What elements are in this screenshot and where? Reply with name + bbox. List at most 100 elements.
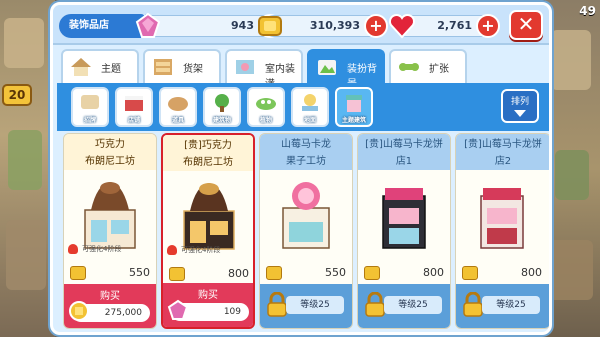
plant-icon bbox=[256, 98, 276, 110]
premium-chocolate-brownie-workshop-image bbox=[183, 183, 235, 250]
add-coins-button[interactable]: + bbox=[364, 14, 388, 38]
filter-label: 植物 bbox=[259, 117, 272, 124]
gem-amount: 943 bbox=[231, 19, 254, 32]
subcategory-filter-bar: 招牌 店铺 道具 建筑物 植物 地面 主题建筑 排列 bbox=[57, 83, 549, 131]
filter-label: 招牌 bbox=[83, 117, 96, 124]
chevron-down-icon bbox=[514, 110, 526, 117]
add-hearts-button[interactable]: + bbox=[476, 14, 500, 38]
price-row: 550 bbox=[264, 266, 350, 282]
tab-label: 主题 bbox=[101, 64, 121, 75]
background-scene-right bbox=[545, 0, 600, 337]
item-card-locked[interactable]: [贵]山莓马卡龙饼 店2 800 等级25 bbox=[455, 133, 549, 329]
coin-counter: 310,393 + bbox=[258, 14, 388, 38]
coin-icon bbox=[169, 267, 185, 281]
filter-shop[interactable]: 店铺 bbox=[115, 87, 153, 127]
item-card-locked[interactable]: [贵]山莓马卡龙饼 店1 800 等级25 bbox=[357, 133, 451, 329]
filter-label: 建筑物 bbox=[212, 117, 231, 124]
shelf-icon bbox=[154, 59, 172, 75]
item-name: [贵]山莓马卡龙饼 店2 bbox=[456, 134, 549, 170]
level-requirement: 等级25 bbox=[286, 296, 344, 314]
currency-bar: 装饰品店 943 + 310,393 + 2,761 + ✕ bbox=[53, 5, 549, 45]
filter-label: 道具 bbox=[171, 117, 184, 124]
coin-icon bbox=[364, 266, 380, 280]
level-requirement: 等级25 bbox=[384, 296, 442, 314]
tab-expand[interactable]: 扩张 bbox=[389, 49, 467, 83]
buy-section: 购买 275,000 bbox=[64, 284, 156, 328]
upgrade-info: 可强化4阶段 bbox=[68, 244, 156, 254]
item-price: 550 bbox=[129, 266, 150, 279]
price-row: 800 bbox=[362, 266, 448, 282]
ground-icon bbox=[302, 94, 318, 111]
filter-signboard[interactable]: 招牌 bbox=[71, 87, 109, 127]
upgrade-info: 可强化4阶段 bbox=[167, 245, 253, 255]
item-price: 800 bbox=[521, 266, 542, 279]
price-row: 800 bbox=[460, 266, 546, 282]
coin-icon bbox=[69, 301, 89, 321]
close-button[interactable]: ✕ bbox=[509, 10, 543, 40]
player-level-badge: 20 bbox=[2, 84, 32, 106]
tab-interior[interactable]: 室内装潢 bbox=[225, 49, 303, 90]
item-card-selected[interactable]: [贵]巧克力 布朗尼工坊 可强化4阶段 800 购买 109 bbox=[161, 133, 255, 329]
item-card-locked[interactable]: 山莓马卡龙 果子工坊 550 等级25 bbox=[259, 133, 353, 329]
tab-shelf[interactable]: 货架 bbox=[143, 49, 221, 83]
lock-icon bbox=[365, 292, 385, 317]
filter-label: 地面 bbox=[303, 117, 316, 124]
item-list: 巧克力 布朗尼工坊 可强化4阶段 550 购买 275,000 [贵]巧克力 布… bbox=[57, 133, 549, 332]
background-scene-left bbox=[0, 0, 55, 337]
shop-title: 装饰品店 bbox=[59, 14, 155, 38]
shop-dialog: 装饰品店 943 + 310,393 + 2,761 + ✕ bbox=[50, 2, 552, 335]
item-name: 山莓马卡龙 果子工坊 bbox=[260, 134, 352, 170]
shop-icon bbox=[125, 96, 143, 111]
item-price: 800 bbox=[423, 266, 444, 279]
gem-icon bbox=[167, 299, 189, 320]
filter-props[interactable]: 道具 bbox=[159, 87, 197, 127]
filter-buildings[interactable]: 建筑物 bbox=[203, 87, 241, 127]
price-row: 550 bbox=[68, 266, 154, 282]
tab-label: 扩张 bbox=[429, 64, 449, 75]
buy-section: 购买 109 bbox=[163, 283, 253, 327]
filter-label: 店铺 bbox=[127, 117, 140, 124]
sort-label: 排列 bbox=[510, 97, 529, 107]
locked-section: 等级25 bbox=[456, 284, 549, 328]
category-tabs: 主题 货架 室内装潢 装扮背景 扩张 bbox=[59, 49, 549, 90]
coin-icon bbox=[258, 16, 282, 36]
tab-decoration-background[interactable]: 装扮背景 bbox=[307, 49, 385, 90]
lock-icon bbox=[267, 292, 287, 317]
tab-theme[interactable]: 主题 bbox=[61, 49, 139, 83]
coin-icon bbox=[462, 266, 478, 280]
premium-raspberry-macaron-shop-1-image bbox=[382, 188, 426, 249]
locked-section: 等级25 bbox=[358, 284, 450, 328]
heart-icon bbox=[388, 13, 416, 39]
locked-section: 等级25 bbox=[260, 284, 352, 328]
heart-amount: 2,761 bbox=[437, 19, 472, 32]
price-row: 800 bbox=[167, 267, 253, 283]
flame-icon bbox=[68, 244, 78, 254]
item-price: 550 bbox=[325, 266, 346, 279]
decoration-background-icon bbox=[318, 60, 336, 75]
tab-label: 货架 bbox=[183, 64, 203, 75]
expand-icon bbox=[399, 63, 419, 71]
filter-plants[interactable]: 植物 bbox=[247, 87, 285, 127]
theme-building-icon bbox=[346, 95, 362, 112]
coin-icon bbox=[70, 266, 86, 280]
item-card[interactable]: 巧克力 布朗尼工坊 可强化4阶段 550 购买 275,000 bbox=[63, 133, 157, 329]
background-counter: 49 bbox=[579, 4, 596, 18]
theme-icon bbox=[71, 58, 91, 76]
item-name: [贵]山莓马卡龙饼 店1 bbox=[358, 134, 450, 170]
coin-amount: 310,393 bbox=[309, 19, 360, 32]
interior-icon bbox=[236, 60, 254, 74]
coin-icon bbox=[266, 266, 282, 280]
flame-icon bbox=[167, 245, 177, 255]
gem-icon bbox=[135, 12, 161, 38]
filter-theme-buildings[interactable]: 主题建筑 bbox=[335, 87, 373, 127]
sort-button[interactable]: 排列 bbox=[501, 89, 539, 123]
item-name: [贵]巧克力 布朗尼工坊 bbox=[163, 135, 253, 171]
filter-label: 主题建筑 bbox=[341, 117, 366, 124]
heart-counter: 2,761 + bbox=[388, 13, 500, 39]
raspberry-macaron-workshop-image bbox=[282, 182, 330, 249]
signboard-icon bbox=[81, 95, 99, 109]
item-name: 巧克力 布朗尼工坊 bbox=[64, 134, 156, 170]
filter-ground[interactable]: 地面 bbox=[291, 87, 329, 127]
chocolate-brownie-workshop-image bbox=[84, 182, 136, 249]
item-price: 800 bbox=[228, 267, 249, 280]
